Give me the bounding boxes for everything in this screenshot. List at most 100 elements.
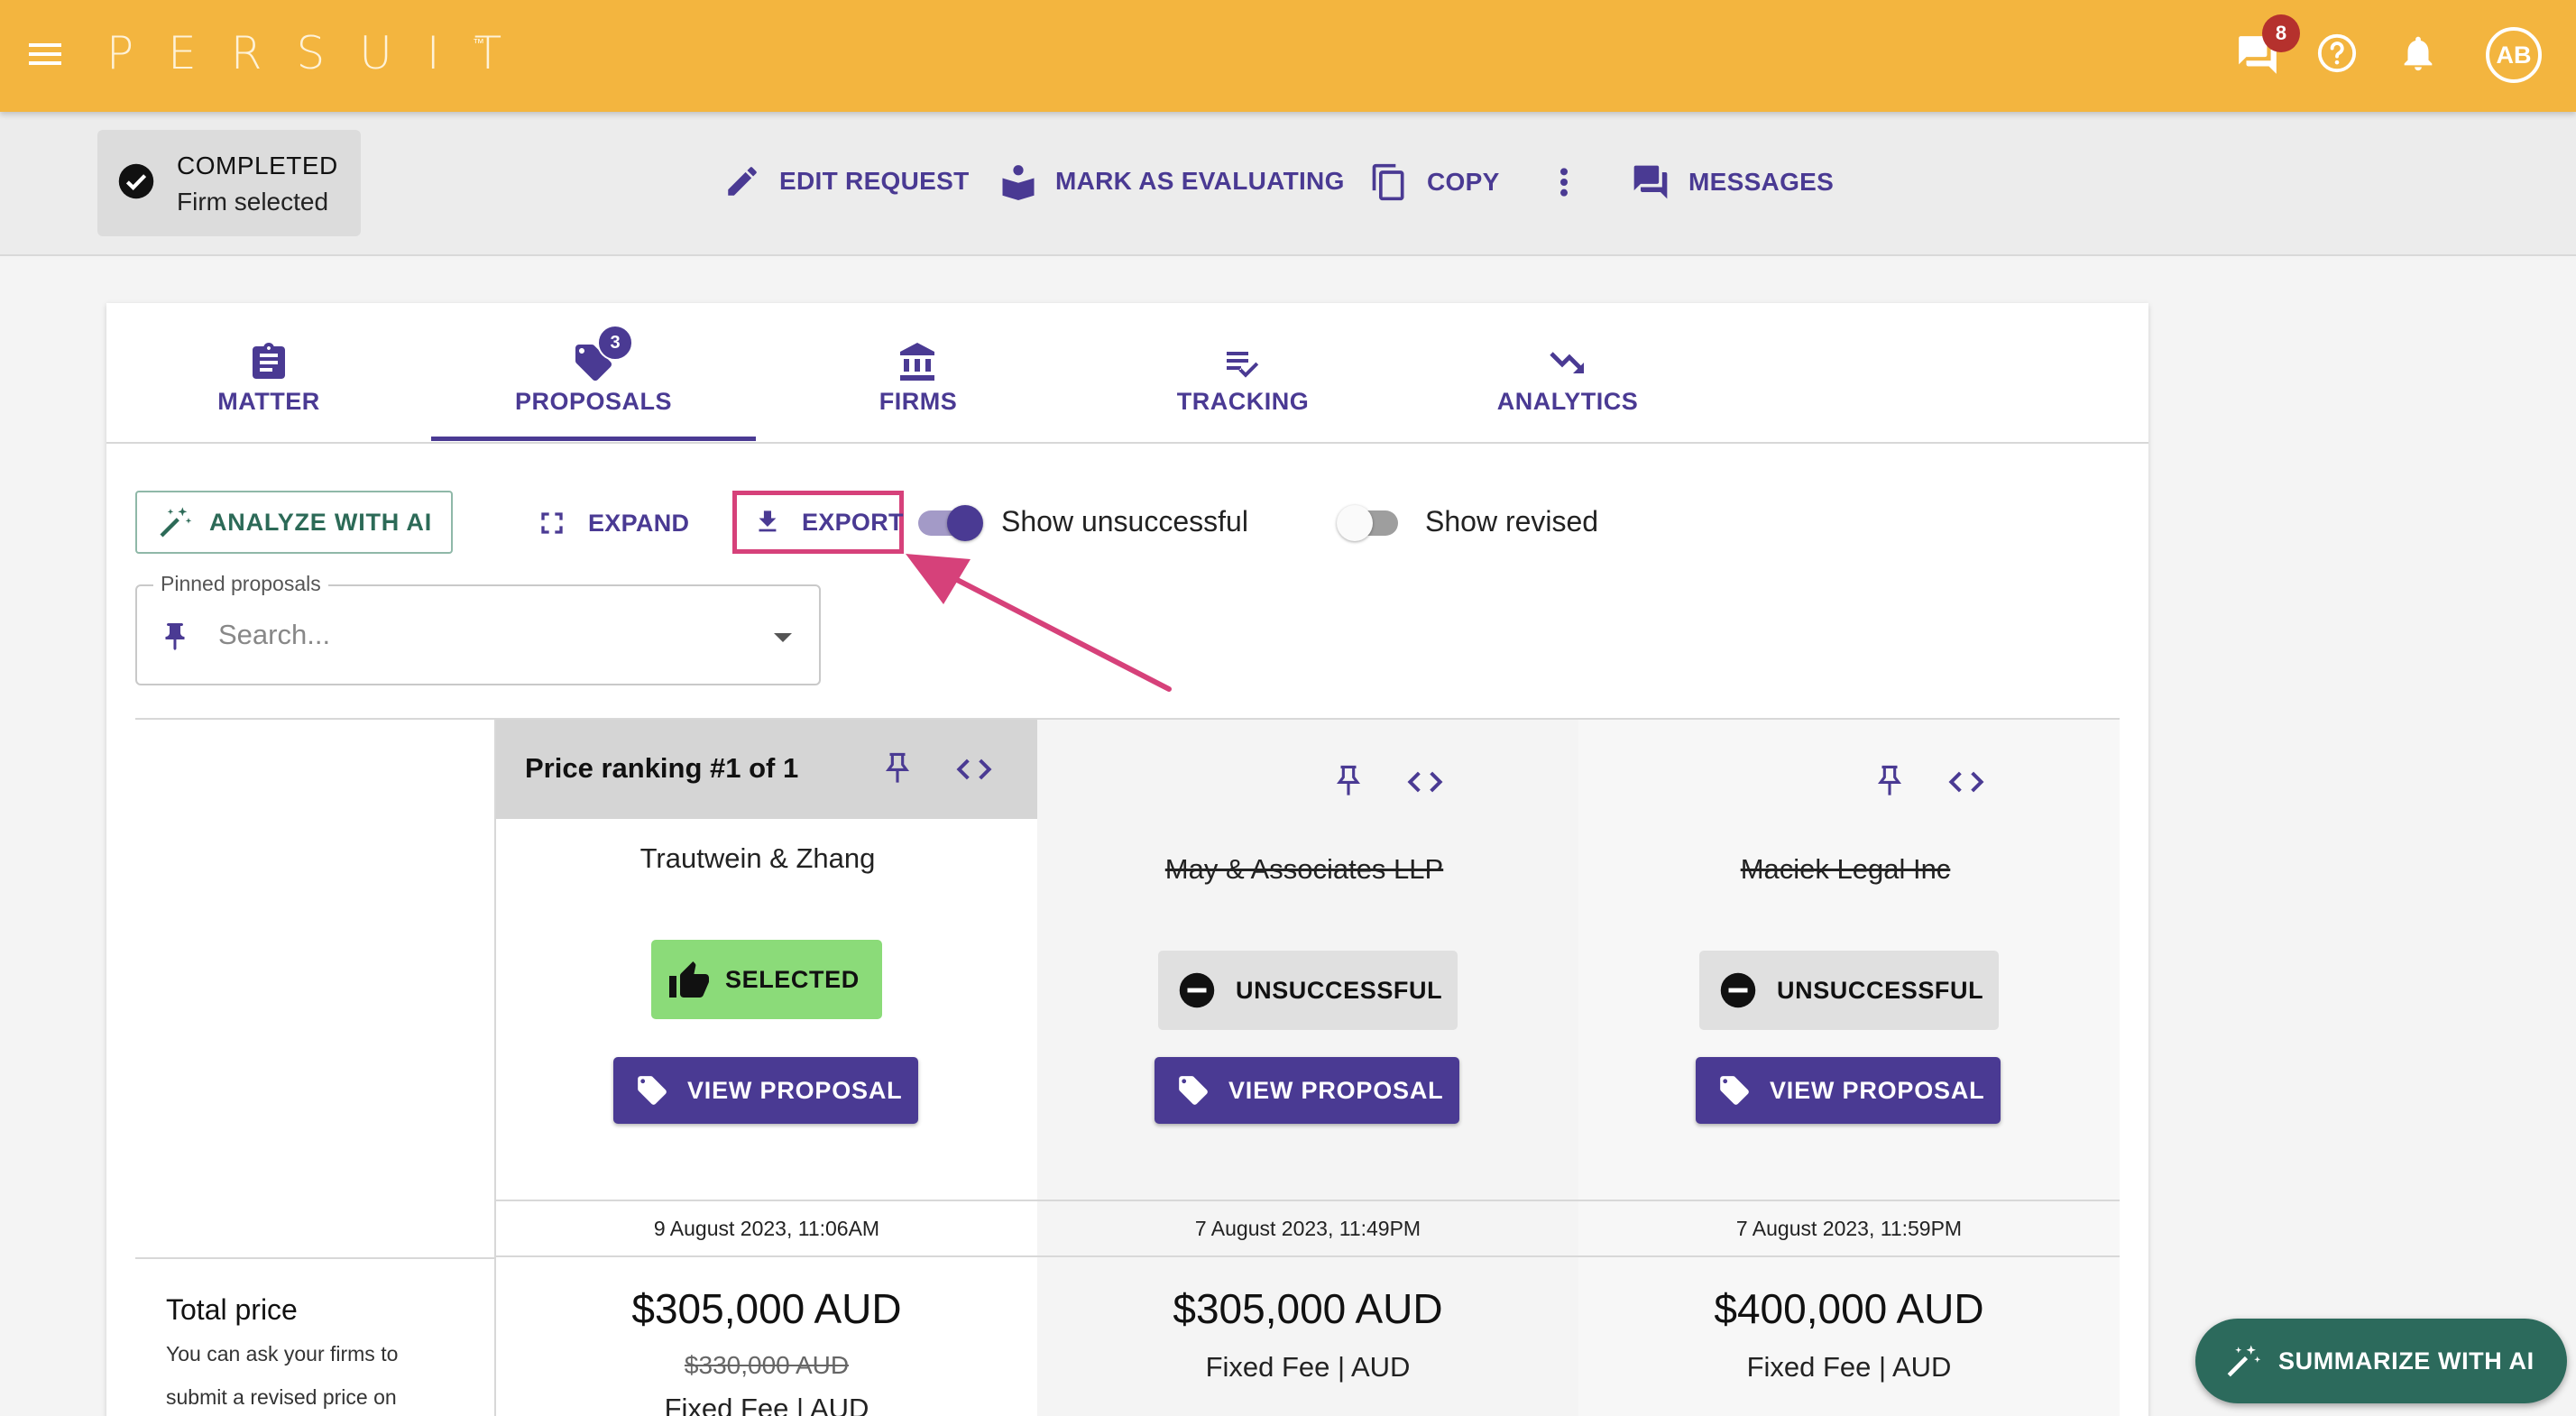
unsuccessful-label: UNSUCCESSFUL — [1236, 976, 1443, 1004]
help-icon[interactable] — [2316, 32, 2361, 78]
total-price: $305,000 AUD — [631, 1285, 902, 1332]
bell-icon[interactable] — [2397, 32, 2443, 78]
show-unsuccessful-label: Show unsuccessful — [1001, 505, 1248, 538]
app-logo[interactable]: PERSUIT — [106, 27, 536, 79]
tab-matter[interactable]: MATTER — [106, 325, 431, 440]
analyze-with-ai-label: ANALYZE WITH AI — [209, 508, 432, 536]
toggle-thumb — [1337, 505, 1373, 541]
analyze-with-ai-button[interactable]: ANALYZE WITH AI — [135, 491, 453, 554]
show-unsuccessful-toggle[interactable]: Show unsuccessful — [918, 501, 1279, 547]
expand-icon — [541, 512, 563, 534]
pin-icon[interactable] — [1333, 761, 1364, 801]
code-icon[interactable] — [1948, 768, 1984, 795]
pinned-proposals-legend: Pinned proposals — [153, 572, 328, 596]
total-price-help: submit a revised price on — [166, 1385, 397, 1409]
expand-button[interactable]: EXPAND — [534, 498, 689, 548]
more-vert-icon[interactable] — [1550, 164, 1578, 200]
tab-proposals-label: PROPOSALS — [514, 388, 673, 415]
submission-date: 7 August 2023, 11:49PM — [1037, 1200, 1578, 1257]
firm-name: Maciek Legal Inc — [1740, 853, 1951, 885]
tab-firms-label: FIRMS — [879, 388, 958, 415]
tab-analytics-label: ANALYTICS — [1496, 388, 1639, 415]
tag-icon — [1179, 1076, 1208, 1105]
fee-type: Fixed Fee | AUD — [664, 1393, 869, 1416]
mark-as-evaluating-button[interactable]: MARK AS EVALUATING — [999, 162, 1345, 200]
magic-wand-icon — [160, 507, 192, 538]
pinned-search-input[interactable]: Search... — [218, 619, 330, 651]
proposals-count-badge: 3 — [597, 325, 633, 361]
view-proposal-button[interactable]: VIEW PROPOSAL — [613, 1057, 918, 1124]
code-icon[interactable] — [956, 756, 992, 783]
code-icon[interactable] — [1407, 768, 1443, 795]
tab-matter-label: MATTER — [217, 388, 320, 415]
forum-icon — [1633, 165, 1668, 199]
clipboard-icon — [253, 343, 285, 379]
pin-icon[interactable] — [1874, 761, 1905, 801]
show-revised-toggle[interactable]: Show revised — [1337, 501, 1625, 547]
tag-icon — [638, 1076, 667, 1105]
firm-name: Trautwein & Zhang — [639, 842, 876, 874]
check-circle-icon — [117, 162, 155, 200]
toggle-thumb — [947, 505, 983, 541]
unsuccessful-label: UNSUCCESSFUL — [1777, 976, 1984, 1004]
pin-icon — [159, 619, 191, 655]
copy-button[interactable]: COPY — [1369, 162, 1500, 202]
messages-label: MESSAGES — [1688, 168, 1835, 196]
submission-date: 9 August 2023, 11:06AM — [496, 1200, 1037, 1257]
selected-status-chip: SELECTED — [651, 940, 882, 1019]
checklist-icon — [1227, 352, 1259, 378]
pin-icon[interactable] — [882, 749, 913, 788]
tab-divider — [106, 442, 2148, 444]
mark-as-evaluating-label: MARK AS EVALUATING — [1055, 167, 1345, 195]
active-tab-indicator — [431, 437, 756, 441]
summarize-with-ai-button[interactable]: SUMMARIZE WITH AI — [2195, 1319, 2567, 1403]
expand-label: EXPAND — [588, 509, 690, 537]
tab-tracking-label: TRACKING — [1176, 388, 1310, 415]
unsuccessful-status-chip: UNSUCCESSFUL — [1699, 951, 1999, 1030]
view-proposal-label: VIEW PROPOSAL — [1770, 1076, 1985, 1104]
total-price: $305,000 AUD — [1173, 1285, 1443, 1332]
selected-label: SELECTED — [725, 965, 860, 993]
tab-proposals[interactable]: 3 PROPOSALS — [431, 325, 756, 440]
dropdown-caret-icon[interactable] — [772, 631, 794, 644]
pencil-icon — [728, 167, 757, 196]
edit-request-label: EDIT REQUEST — [779, 167, 970, 195]
unsuccessful-status-chip: UNSUCCESSFUL — [1158, 951, 1458, 1030]
row-divider — [135, 1257, 496, 1259]
user-avatar[interactable]: AB — [2486, 27, 2542, 83]
download-icon — [759, 510, 777, 532]
export-label: EXPORT — [802, 508, 904, 536]
price-ranking-label: Price ranking #1 of 1 — [525, 752, 799, 784]
submission-date: 7 August 2023, 11:59PM — [1578, 1200, 2120, 1257]
edit-request-button[interactable]: EDIT REQUEST — [723, 162, 970, 200]
menu-icon[interactable] — [27, 36, 63, 72]
thumb-up-icon — [669, 961, 709, 998]
logo-trademark: ™ — [473, 36, 484, 50]
tab-tracking[interactable]: TRACKING — [1081, 325, 1405, 440]
view-proposal-label: VIEW PROPOSAL — [1228, 1076, 1444, 1104]
total-price-label: Total price — [166, 1293, 298, 1326]
tab-firms[interactable]: FIRMS — [756, 325, 1081, 440]
minus-circle-icon — [1720, 972, 1756, 1008]
view-proposal-button[interactable]: VIEW PROPOSAL — [1155, 1057, 1459, 1124]
view-proposal-label: VIEW PROPOSAL — [687, 1076, 903, 1104]
export-button[interactable]: EXPORT — [732, 491, 904, 554]
view-proposal-button[interactable]: VIEW PROPOSAL — [1696, 1057, 2001, 1124]
messages-button[interactable]: MESSAGES — [1631, 162, 1834, 202]
total-price-help: You can ask your firms to — [166, 1342, 399, 1365]
bank-icon — [900, 343, 934, 381]
minus-circle-icon — [1179, 972, 1215, 1008]
previous-price: $330,000 AUD — [684, 1351, 850, 1379]
firm-name: May & Associates LLP — [1164, 853, 1444, 885]
proposals-count: 3 — [610, 332, 621, 353]
fee-type: Fixed Fee | AUD — [1205, 1351, 1411, 1383]
status-title: COMPLETED — [177, 152, 338, 179]
annotation-arrow — [902, 550, 1182, 694]
copy-label: COPY — [1427, 168, 1500, 196]
show-revised-label: Show revised — [1425, 505, 1599, 538]
chat-badge: 8 — [2262, 14, 2300, 52]
fee-type: Fixed Fee | AUD — [1746, 1351, 1952, 1383]
tag-icon — [1720, 1076, 1749, 1105]
tab-analytics[interactable]: ANALYTICS — [1405, 325, 1730, 440]
magic-wand-icon — [2227, 1345, 2261, 1377]
